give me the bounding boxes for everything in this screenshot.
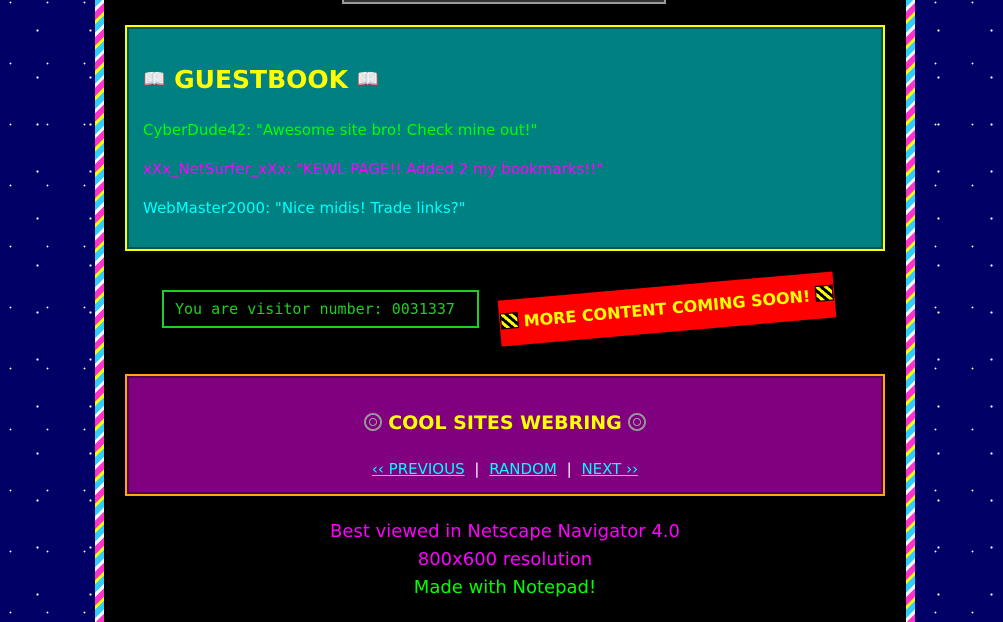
footer-resolution-note: 800x600 resolution xyxy=(417,549,593,570)
guestbook-title: 📖 GUESTBOOK 📖 xyxy=(143,65,379,94)
open-book-icon: 📖 xyxy=(143,69,166,90)
spiderweb-icon xyxy=(363,413,382,431)
content-container: 📖 GUESTBOOK 📖 CyberDude42: "Awesome site… xyxy=(95,0,915,622)
page-background: { "guestbook": { "title": "GUESTBOOK", "… xyxy=(0,0,1003,622)
webring-nav: ‹‹ PREVIOUS | RANDOM | NEXT ›› xyxy=(127,460,883,478)
visitor-counter: You are visitor number: 0031337 xyxy=(162,290,479,328)
footer-browser-note: Best viewed in Netscape Navigator 4.0 xyxy=(330,521,680,542)
guestbook-title-text: GUESTBOOK xyxy=(174,65,349,94)
spiderweb-icon xyxy=(628,413,647,431)
checkered-flag-icon xyxy=(814,284,835,302)
webring-previous-link[interactable]: ‹‹ PREVIOUS xyxy=(372,460,465,478)
separator: | xyxy=(566,460,572,478)
webring-next-link[interactable]: NEXT ›› xyxy=(581,460,638,478)
webring-title: COOL SITES WEBRING xyxy=(127,412,883,434)
checkered-flag-icon xyxy=(499,312,519,330)
coming-soon-text: MORE CONTENT COMING SOON! xyxy=(522,286,812,331)
guestbook-entry: xXx_NetSurfer_xXx: "KEWL PAGE!! Added 2 … xyxy=(143,160,604,178)
webring-title-text: COOL SITES WEBRING xyxy=(388,412,622,434)
guestbook-entry: CyberDude42: "Awesome site bro! Check mi… xyxy=(143,121,538,139)
guestbook-entry: WebMaster2000: "Nice midis! Trade links?… xyxy=(143,199,466,217)
webring-panel: COOL SITES WEBRING ‹‹ PREVIOUS | RANDOM … xyxy=(125,374,885,496)
webring-random-link[interactable]: RANDOM xyxy=(489,460,557,478)
open-book-icon: 📖 xyxy=(356,69,380,90)
footer-made-with-note: Made with Notepad! xyxy=(413,577,597,598)
guestbook-entry-list: CyberDude42: "Awesome site bro! Check mi… xyxy=(143,121,603,238)
top-banner-frame xyxy=(342,0,666,4)
guestbook-panel: 📖 GUESTBOOK 📖 CyberDude42: "Awesome site… xyxy=(125,25,885,251)
coming-soon-banner: MORE CONTENT COMING SOON! xyxy=(497,271,837,347)
separator: | xyxy=(474,460,480,478)
footer: Best viewed in Netscape Navigator 4.0 80… xyxy=(95,518,915,602)
